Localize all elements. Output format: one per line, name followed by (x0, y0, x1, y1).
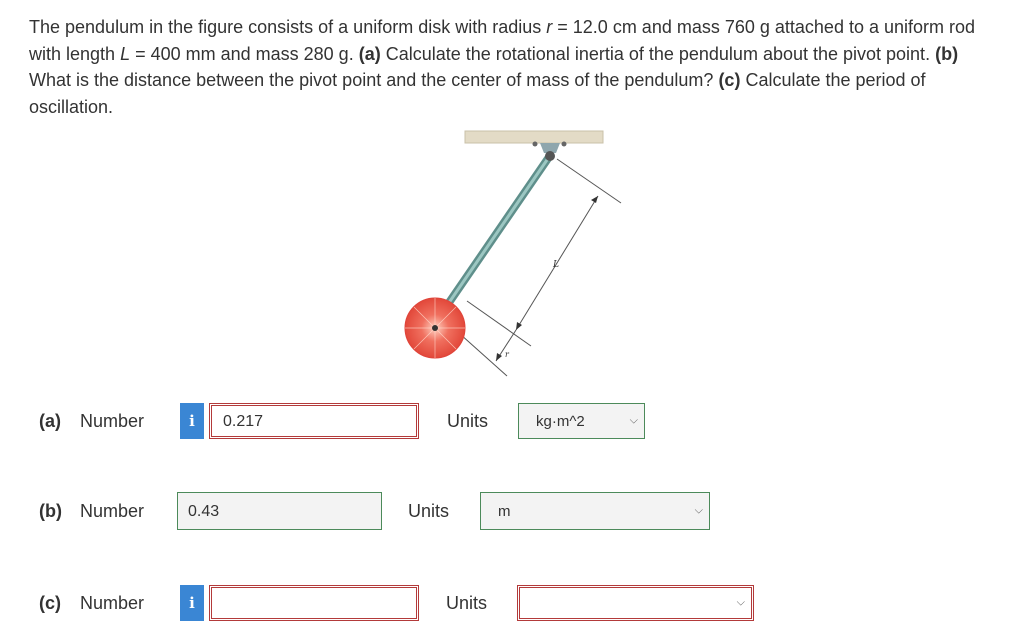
pendulum-svg: L r (404, 130, 622, 377)
part-c-tag: (c) (718, 70, 741, 90)
problem-text-1: The pendulum in the figure consists of a… (29, 17, 547, 37)
row-a-label: Number (80, 411, 145, 431)
row-b-label: Number (80, 501, 145, 521)
info-icon[interactable]: i (180, 403, 204, 439)
units-label-a: Units (447, 411, 489, 431)
units-select-a-value: kg·m^2 (536, 412, 585, 430)
answer-row-a: (a) Number i 0.217 Units kg·m^2 ⌵ (0, 402, 1024, 442)
pendulum-figure: L r (395, 125, 635, 385)
chevron-down-icon: ⌵ (736, 596, 745, 609)
variable-L: L (120, 43, 131, 64)
disk-center (432, 325, 438, 331)
answer-row-b: (b) Number 0.43 Units m ⌵ (0, 492, 1024, 532)
chevron-down-icon: ⌵ (694, 504, 703, 517)
part-a-question: Calculate the rotational inertia of the … (380, 43, 936, 64)
answer-a-input[interactable]: 0.217 (209, 403, 419, 439)
row-a-tag: (a) (39, 411, 61, 431)
problem-statement: The pendulum in the figure consists of a… (29, 14, 999, 120)
answer-row-c: (c) Number i Units ⌵ (0, 584, 1024, 624)
part-b-question: What is the distance between the pivot p… (29, 70, 719, 90)
figure-label-r: r (505, 350, 510, 359)
pivot-point (545, 151, 555, 161)
units-select-b[interactable]: m ⌵ (480, 492, 710, 530)
answer-c-input[interactable] (209, 585, 419, 621)
units-select-b-value: m (498, 502, 511, 520)
units-select-c[interactable]: ⌵ (517, 585, 754, 621)
units-label-c: Units (446, 593, 488, 613)
chevron-down-icon: ⌵ (629, 414, 638, 427)
ceiling (464, 130, 604, 144)
problem-text-3: = 400 mm and mass 280 g. (130, 43, 359, 64)
part-b-tag: (b) (935, 43, 959, 64)
row-c-label: Number (80, 593, 145, 613)
row-c-tag: (c) (39, 593, 61, 613)
part-a-tag: (a) (358, 43, 381, 64)
units-select-a[interactable]: kg·m^2 ⌵ (518, 403, 645, 439)
units-label-b: Units (408, 501, 450, 521)
answer-b-input[interactable]: 0.43 (177, 492, 382, 530)
info-icon[interactable]: i (180, 585, 204, 621)
figure-label-L: L (552, 260, 559, 270)
row-b-tag: (b) (39, 501, 62, 521)
